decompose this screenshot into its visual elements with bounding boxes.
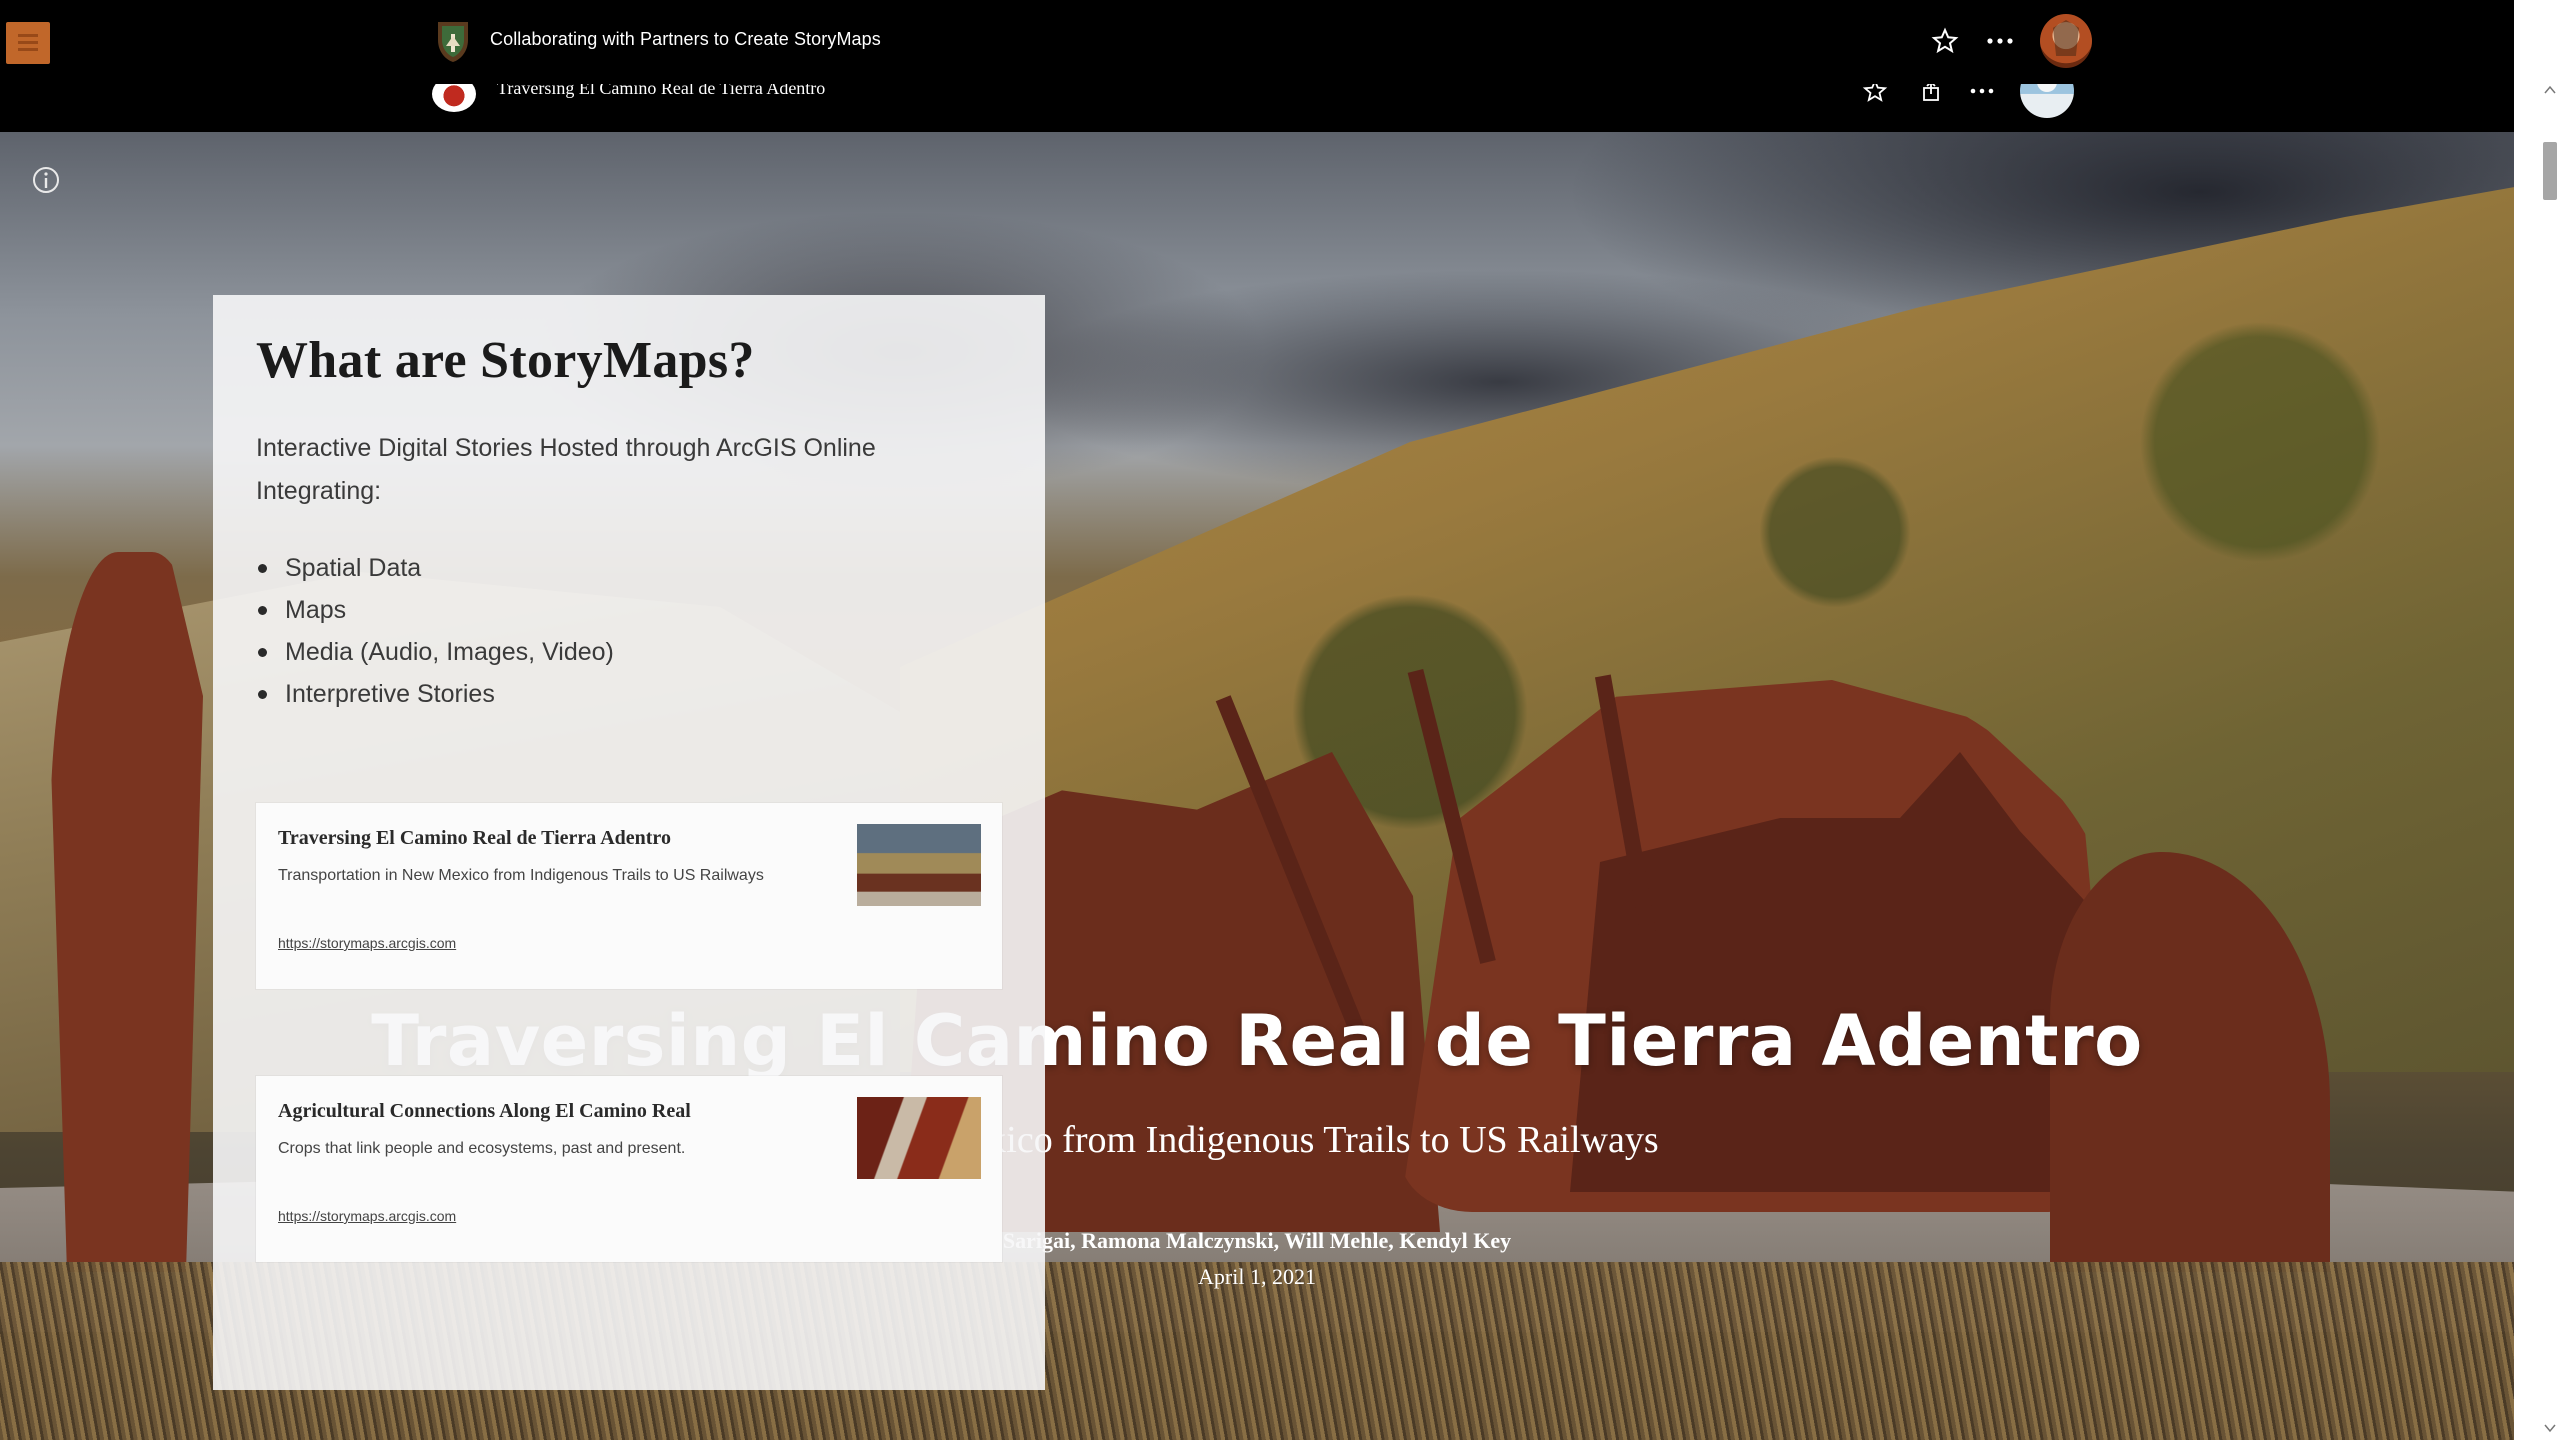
scroll-down-arrow-icon[interactable] [2540,1420,2560,1436]
card-description: Transportation in New Mexico from Indige… [278,867,764,884]
nps-arrowhead-icon[interactable] [434,20,472,64]
card-thumbnail[interactable] [857,824,981,906]
card-title[interactable]: Traversing El Camino Real de Tierra Aden… [278,827,671,850]
storymaps-info-panel: What are StoryMaps? Interactive Digital … [213,295,1045,1390]
card-thumbnail[interactable] [857,1097,981,1179]
more-options-icon[interactable] [1982,26,2018,56]
app-title: Collaborating with Partners to Create St… [490,29,881,49]
card-link[interactable]: https://storymaps.arcgis.com [278,935,456,951]
vertical-scrollbar[interactable] [2540,0,2560,1440]
favorite-star-icon[interactable] [1930,26,1960,56]
app-header: Collaborating with Partners to Create St… [0,0,2514,84]
story-link-card[interactable]: Agricultural Connections Along El Camino… [256,1076,1002,1262]
panel-lead-text: Interactive Digital Stories Hosted throu… [256,434,876,505]
list-item: Spatial Data [258,547,614,589]
card-description: Crops that link people and ecosystems, p… [278,1140,686,1157]
list-item: Interpretive Stories [258,673,614,715]
list-item: Maps [258,589,614,631]
list-item: Media (Audio, Images, Video) [258,631,614,673]
card-link[interactable]: https://storymaps.arcgis.com [278,1208,456,1224]
panel-heading: What are StoryMaps? [256,332,755,389]
hamburger-menu-icon[interactable] [6,22,50,64]
account-avatar[interactable] [2040,14,2092,68]
scroll-up-arrow-icon[interactable] [2540,82,2560,98]
info-icon[interactable] [30,164,62,196]
story-link-card[interactable]: Traversing El Camino Real de Tierra Aden… [256,803,1002,989]
card-title[interactable]: Agricultural Connections Along El Camino… [278,1100,691,1123]
feature-list: Spatial Data Maps Media (Audio, Images, … [258,547,614,715]
scrollbar-thumb[interactable] [2543,142,2557,200]
